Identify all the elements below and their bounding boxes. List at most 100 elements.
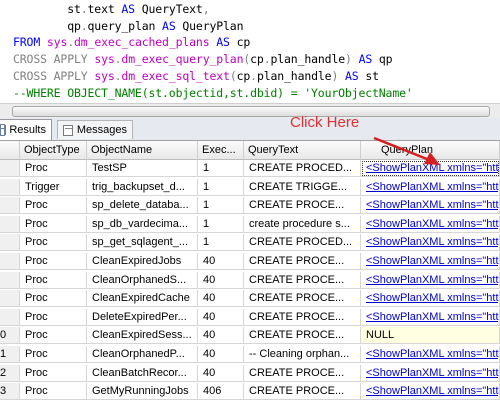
row-number[interactable]: [0, 253, 20, 270]
table-row[interactable]: Proc DeleteExpiredPer... 40 CREATE PROCE...…: [0, 308, 500, 326]
cell-objecttype[interactable]: Proc: [20, 364, 87, 382]
cell-objecttype[interactable]: Proc: [20, 346, 87, 363]
cell-querytext[interactable]: CREATE PROCED...: [244, 160, 361, 177]
table-row[interactable]: Proc CleanOrphanedS... 40 CREATE PROCE... <S…: [0, 271, 500, 289]
cell-objectname[interactable]: CleanBatchRecor...: [87, 364, 198, 382]
cell-execcount[interactable]: 40: [198, 364, 244, 382]
cell-querytext[interactable]: CREATE PROCE...: [244, 327, 361, 345]
row-number[interactable]: 0: [0, 327, 20, 345]
cell-objecttype[interactable]: Proc: [20, 308, 87, 326]
cell-objecttype[interactable]: Proc: [20, 215, 87, 233]
cell-querytext[interactable]: CREATE PROCE...: [244, 383, 361, 400]
table-row[interactable]: Proc TestSP 1 CREATE PROCED... <ShowPlanXML …: [0, 160, 500, 177]
cell-querytext[interactable]: CREATE PROCE...: [244, 364, 361, 382]
cell-querytext[interactable]: CREATE PROCE...: [244, 253, 361, 270]
sql-editor[interactable]: st.text AS QueryText, qp.query_plan AS Q…: [0, 0, 500, 104]
row-number[interactable]: [0, 160, 20, 177]
table-row[interactable]: Trigger trig_backupset_d... 1 CREATE TRIGG…: [0, 178, 500, 196]
row-number[interactable]: [0, 290, 20, 308]
cell-objecttype[interactable]: Trigger: [20, 178, 87, 196]
cell-execcount[interactable]: 406: [198, 383, 244, 400]
cell-querytext[interactable]: CREATE PROCE...: [244, 197, 361, 215]
showplan-xml-link[interactable]: <ShowPlanXML xmlns="http: [361, 290, 500, 308]
cell-execcount[interactable]: 1: [198, 215, 244, 233]
row-number[interactable]: 1: [0, 346, 20, 363]
cell-querytext[interactable]: CREATE PROCED...: [244, 234, 361, 252]
cell-querytext[interactable]: CREATE PROCE...: [244, 308, 361, 326]
cell-objecttype[interactable]: Proc: [20, 234, 87, 252]
column-header-objecttype[interactable]: ObjectType: [20, 141, 87, 160]
cell-objecttype[interactable]: Proc: [20, 327, 87, 345]
sql-line[interactable]: CROSS APPLY sys.dm_exec_query_plan(cp.pl…: [13, 52, 393, 67]
cell-objectname[interactable]: CleanExpiredCache: [87, 290, 198, 308]
row-number[interactable]: 2: [0, 364, 20, 382]
cell-querytext[interactable]: -- Cleaning orphan...: [244, 346, 361, 363]
sql-line[interactable]: qp.query_plan AS QueryPlan: [13, 19, 243, 34]
cell-execcount[interactable]: 40: [198, 271, 244, 289]
row-number[interactable]: [0, 197, 20, 215]
column-header-querytext[interactable]: QueryText: [244, 141, 361, 160]
cell-objecttype[interactable]: Proc: [20, 290, 87, 308]
sql-line[interactable]: st.text AS QueryText,: [13, 2, 209, 17]
cell-objecttype[interactable]: Proc: [20, 271, 87, 289]
showplan-xml-link[interactable]: <ShowPlanXML xmlns="http: [361, 364, 500, 382]
results-grid[interactable]: ObjectType ObjectName Exec... QueryText …: [0, 141, 500, 400]
cell-objectname[interactable]: DeleteExpiredPer...: [87, 308, 198, 326]
tab-results[interactable]: Results: [0, 119, 52, 140]
cell-execcount[interactable]: 1: [198, 197, 244, 215]
table-row[interactable]: Proc sp_get_sqlagent_... 1 CREATE PROCED...…: [0, 234, 500, 252]
cell-queryplan-null[interactable]: NULL: [361, 327, 500, 345]
showplan-xml-link[interactable]: <ShowPlanXML xmlns="http: [361, 197, 500, 215]
cell-execcount[interactable]: 40: [198, 308, 244, 326]
table-row[interactable]: Proc CleanExpiredCache 40 CREATE PROCE... <S…: [0, 290, 500, 308]
cell-objectname[interactable]: CleanOrphanedP...: [87, 346, 198, 363]
column-header-objectname[interactable]: ObjectName: [87, 141, 198, 160]
cell-execcount[interactable]: 1: [198, 178, 244, 196]
showplan-xml-link[interactable]: <ShowPlanXML xmlns="http: [361, 234, 500, 252]
sql-line[interactable]: FROM sys.dm_exec_cached_plans AS cp: [13, 35, 250, 50]
cell-objectname[interactable]: sp_delete_databa...: [87, 197, 198, 215]
cell-execcount[interactable]: 40: [198, 253, 244, 270]
showplan-xml-link[interactable]: <ShowPlanXML xmlns="http: [361, 346, 500, 363]
cell-execcount[interactable]: 1: [198, 234, 244, 252]
showplan-xml-link[interactable]: <ShowPlanXML xmlns="http: [361, 253, 500, 270]
table-row[interactable]: Proc sp_delete_databa... 1 CREATE PROCE... <…: [0, 197, 500, 215]
cell-objectname[interactable]: trig_backupset_d...: [87, 178, 198, 196]
row-number[interactable]: [0, 271, 20, 289]
sql-line[interactable]: CROSS APPLY sys.dm_exec_sql_text(cp.plan…: [13, 69, 379, 84]
cell-objectname[interactable]: CleanOrphanedS...: [87, 271, 198, 289]
cell-objecttype[interactable]: Proc: [20, 253, 87, 270]
showplan-xml-link[interactable]: <ShowPlanXML xmlns="http: [361, 160, 500, 177]
showplan-xml-link[interactable]: <ShowPlanXML xmlns="http: [361, 215, 500, 233]
table-row[interactable]: 1 Proc CleanOrphanedP... 40 -- Cleaning orp…: [0, 346, 500, 363]
tab-messages[interactable]: Messages: [57, 120, 133, 139]
cell-querytext[interactable]: CREATE PROCE...: [244, 290, 361, 308]
scrollbar-thumb[interactable]: [12, 106, 490, 117]
table-row[interactable]: 0 Proc CleanExpiredSess... 40 CREATE PROCE..…: [0, 327, 500, 345]
cell-objecttype[interactable]: Proc: [20, 197, 87, 215]
column-header-execcount[interactable]: Exec...: [198, 141, 244, 160]
sql-line[interactable]: --WHERE OBJECT_NAME(st.objectid,st.dbid)…: [13, 86, 413, 101]
table-row[interactable]: 3 Proc GetMyRunningJobs 406 CREATE PROCE... <…: [0, 383, 500, 400]
showplan-xml-link[interactable]: <ShowPlanXML xmlns="http: [361, 178, 500, 196]
showplan-xml-link[interactable]: <ShowPlanXML xmlns="http: [361, 271, 500, 289]
cell-objectname[interactable]: CleanExpiredSess...: [87, 327, 198, 345]
cell-execcount[interactable]: 40: [198, 327, 244, 345]
row-number[interactable]: 3: [0, 383, 20, 400]
table-row[interactable]: Proc CleanExpiredJobs 40 CREATE PROCE... <Sh…: [0, 253, 500, 270]
cell-objectname[interactable]: CleanExpiredJobs: [87, 253, 198, 270]
showplan-xml-link[interactable]: <ShowPlanXML xmlns="http: [361, 308, 500, 326]
cell-execcount[interactable]: 40: [198, 290, 244, 308]
row-number[interactable]: [0, 178, 20, 196]
cell-objectname[interactable]: sp_get_sqlagent_...: [87, 234, 198, 252]
cell-execcount[interactable]: 40: [198, 346, 244, 363]
cell-objecttype[interactable]: Proc: [20, 383, 87, 400]
table-row[interactable]: 2 Proc CleanBatchRecor... 40 CREATE PROCE...…: [0, 364, 500, 382]
cell-objectname[interactable]: sp_db_vardecima...: [87, 215, 198, 233]
cell-querytext[interactable]: create procedure s...: [244, 215, 361, 233]
table-row[interactable]: Proc sp_db_vardecima... 1 create procedure …: [0, 215, 500, 233]
cell-objecttype[interactable]: Proc: [20, 160, 87, 177]
cell-querytext[interactable]: CREATE TRIGGE...: [244, 178, 361, 196]
cell-execcount[interactable]: 1: [198, 160, 244, 177]
cell-objectname[interactable]: GetMyRunningJobs: [87, 383, 198, 400]
